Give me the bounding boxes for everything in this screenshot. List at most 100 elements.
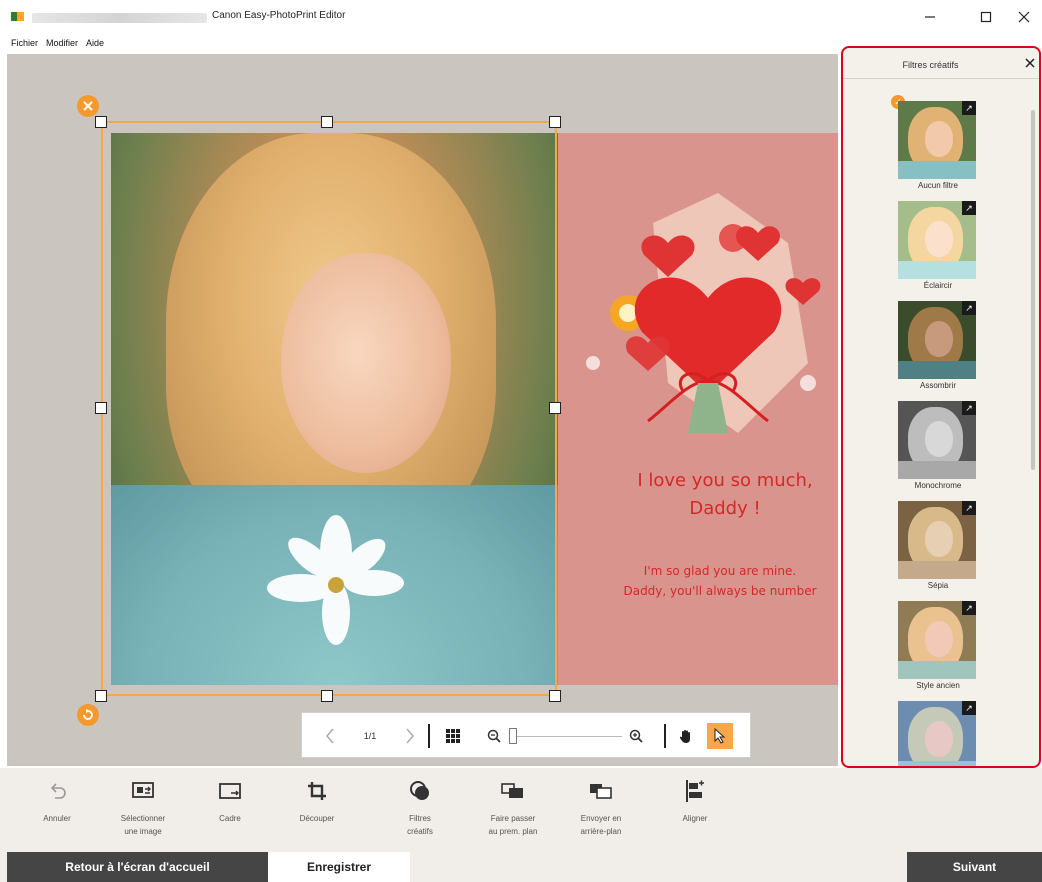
tool-label: Envoyer en [580,814,622,823]
rotate-button[interactable] [77,704,99,726]
zoom-in-button[interactable] [626,725,646,747]
card-title-line2: Daddy ! [689,498,761,519]
grid-icon [446,729,460,743]
tool-label: Cadre [219,814,241,823]
expand-arrow-icon: ↗ [962,301,976,315]
toolbar-divider [664,724,666,748]
page-list-button[interactable] [442,725,464,747]
undo-icon [50,783,66,799]
filter-label: Éclaircir [923,281,953,290]
frame-button[interactable]: Cadre [195,768,265,852]
filter-thumb-monochrome[interactable]: ↗ [898,401,976,479]
delete-x-icon [83,101,93,111]
expand-arrow-icon: ↗ [962,601,976,615]
zoom-out-icon [487,729,501,743]
menu-modifier[interactable]: Modifier [46,38,78,48]
select-tool-button[interactable] [707,723,733,749]
hand-tool-button[interactable] [675,725,697,747]
back-to-home-button[interactable]: Retour à l'écran d'accueil [7,852,268,882]
title-bar: Canon Easy-PhotoPrint Editor [0,0,1042,34]
filter-thumb-none[interactable]: ↗ [898,101,976,179]
tool-label: arrière-plan [580,827,622,836]
previous-page-button[interactable] [320,725,340,747]
pointer-icon [714,728,726,744]
resize-handle-top-right[interactable] [549,116,561,128]
filter-thumb-next[interactable]: ↗ [898,701,976,766]
zoom-out-button[interactable] [484,725,504,747]
close-window-button[interactable] [1004,5,1042,29]
toolbar-divider [428,724,430,748]
minimize-button[interactable] [910,5,950,29]
maximize-button[interactable] [966,5,1006,29]
crop-icon [308,782,326,800]
zoom-in-icon [629,729,643,743]
next-page-button[interactable] [400,725,420,747]
select-image-button[interactable]: Sélectionner une image [108,768,178,852]
filter-thumb-brighten[interactable]: ↗ [898,201,976,279]
filter-thumb-sepia[interactable]: ↗ [898,501,976,579]
tool-label: créatifs [407,827,433,836]
card-title: I love you so much, Daddy ! [610,467,840,523]
close-icon [1018,11,1030,23]
expand-arrow-icon: ↗ [962,401,976,415]
app-logo-icon [11,10,27,24]
tool-label: Sélectionner [120,814,166,823]
align-icon [686,780,704,802]
bring-to-front-icon [501,783,523,798]
zoom-slider-track[interactable] [512,736,622,737]
filter-thumb-vintage[interactable]: ↗ [898,601,976,679]
filter-preview-image: ↗ [898,501,976,579]
resize-handle-right[interactable] [549,402,561,414]
crop-button[interactable]: Découper [282,768,352,852]
tool-label: une image [124,827,162,836]
filter-label: Assombrir [919,381,956,390]
align-button[interactable]: Aligner [660,768,730,852]
chevron-right-icon [406,728,414,744]
expand-arrow-icon: ↗ [962,201,976,215]
resize-handle-bottom[interactable] [321,690,333,702]
bring-to-front-button[interactable]: Faire passer au prem. plan [478,768,548,852]
next-button[interactable]: Suivant [907,852,1042,882]
save-button[interactable]: Enregistrer [268,852,410,882]
chevron-left-icon [326,728,334,744]
expand-arrow-icon: ↗ [962,501,976,515]
panel-title: Filtres créatifs [902,60,959,70]
resize-handle-top[interactable] [321,116,333,128]
frame-icon [219,783,241,799]
heart-bouquet-illustration [586,193,821,433]
zoom-slider-thumb[interactable] [509,728,517,744]
filter-thumb-darken[interactable]: ↗ [898,301,976,379]
delete-item-button[interactable] [77,95,99,117]
resize-handle-bottom-left[interactable] [95,690,107,702]
view-toolbar: 1/1 [301,712,751,758]
card-subtitle-line1: I'm so glad you are mine. [643,564,797,578]
menu-fichier[interactable]: Fichier [11,38,38,48]
card-page[interactable] [558,133,838,685]
expand-arrow-icon: ↗ [962,701,976,715]
filter-preview-image: ↗ [898,101,976,179]
select-image-icon [132,782,154,798]
card-title-line1: I love you so much, [637,470,813,491]
tool-label: Annuler [43,814,71,823]
hand-icon [679,730,690,743]
resize-handle-top-left[interactable] [95,116,107,128]
undo-button[interactable]: Annuler [22,768,92,852]
filter-preview-image: ↗ [898,201,976,279]
tool-label: Aligner [682,814,708,823]
panel-scrollbar[interactable] [1031,110,1035,470]
filter-preview-image: ↗ [898,601,976,679]
filter-label: Style ancien [916,681,960,690]
creative-filters-button[interactable]: Filtres créatifs [385,768,455,852]
menu-bar: Fichier Modifier Aide [0,34,104,51]
resize-handle-bottom-right[interactable] [549,690,561,702]
panel-close-button[interactable] [1025,55,1035,72]
menu-aide[interactable]: Aide [86,38,104,48]
app-window: Canon Easy-PhotoPrint Editor Fichier Mod… [0,0,1042,882]
close-icon [1025,58,1035,68]
send-to-back-button[interactable]: Envoyer en arrière-plan [566,768,636,852]
send-to-back-icon [590,784,612,799]
filter-preview-image: ↗ [898,701,976,766]
resize-handle-left[interactable] [95,402,107,414]
creative-filters-icon [410,781,429,800]
creative-filters-panel: Filtres créatifs ✓ ↗ Aucun filtre [841,46,1041,768]
